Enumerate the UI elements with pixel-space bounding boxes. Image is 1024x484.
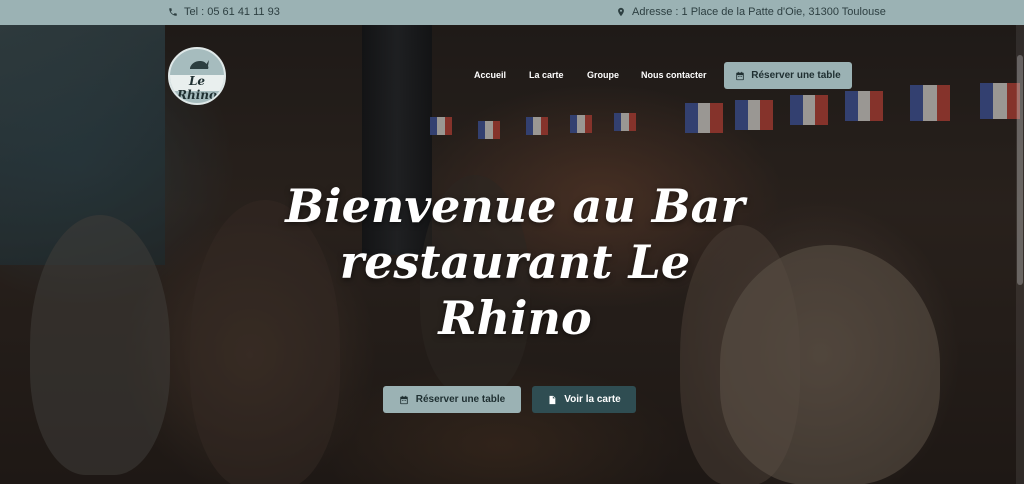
hero-reserve-button[interactable]: Réserver une table	[383, 386, 521, 413]
page-scrollbar[interactable]	[1016, 25, 1024, 484]
rhino-icon	[190, 60, 209, 69]
top-info-bar: Tel : 05 61 41 11 93 Adresse : 1 Place d…	[0, 0, 1024, 25]
nav-reserve-button[interactable]: Réserver une table	[724, 62, 852, 89]
hero-reserve-label: Réserver une table	[415, 394, 506, 405]
hero-menu-label: Voir la carte	[564, 394, 621, 405]
calendar-icon	[400, 395, 408, 404]
calendar-icon	[736, 71, 744, 80]
hero-headline-line: Rhino	[438, 291, 592, 345]
hero-headline: Bienvenue au Bar restaurant Le Rhino	[250, 178, 780, 346]
map-pin-icon	[618, 7, 624, 17]
scrollbar-thumb[interactable]	[1017, 55, 1023, 285]
phone-info[interactable]: Tel : 05 61 41 11 93	[168, 6, 280, 18]
hero-menu-button[interactable]: Voir la carte	[532, 386, 636, 413]
phone-icon	[169, 8, 177, 16]
nav-reserve-label: Réserver une table	[751, 70, 841, 81]
hero-headline-line: Bienvenue au Bar	[285, 179, 745, 233]
document-icon	[549, 395, 556, 404]
nav-item-la-carte[interactable]: La carte	[529, 70, 564, 80]
phone-text: Tel : 05 61 41 11 93	[184, 6, 280, 18]
nav-item-accueil[interactable]: Accueil	[474, 70, 506, 80]
address-text: Adresse : 1 Place de la Patte d'Oie, 313…	[632, 6, 886, 18]
nav-item-groupe[interactable]: Groupe	[587, 70, 619, 80]
address-info: Adresse : 1 Place de la Patte d'Oie, 313…	[616, 6, 886, 18]
site-logo[interactable]: Le Rhino	[168, 47, 226, 105]
nav-item-nous-contacter[interactable]: Nous contacter	[641, 70, 707, 80]
hero-headline-line: restaurant Le	[339, 235, 691, 289]
logo-name: Le Rhino	[177, 74, 217, 102]
